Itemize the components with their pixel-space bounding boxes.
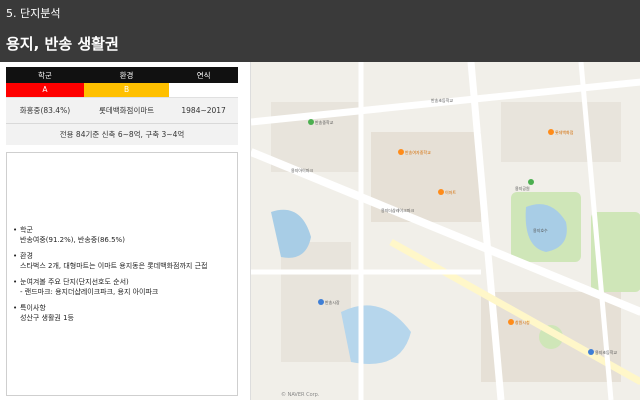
- poi-marker[interactable]: [438, 189, 444, 195]
- map-copyright: © NAVER Corp.: [281, 391, 320, 398]
- note-item-environment: 환경 스타벅스 2개, 대형마트는 이마트 용지동은 롯데백화점까지 근접: [13, 251, 207, 271]
- column-header-school: 학군: [6, 67, 84, 83]
- notes-box: 학군 반송여중(91.2%), 반송중(86.5%) 환경 스타벅스 2개, 대…: [6, 152, 238, 396]
- poi-marker[interactable]: [318, 299, 324, 305]
- map-label: 용지아이파크: [291, 167, 313, 173]
- note-item-landmark: 눈여겨볼 주요 단지(단지선호도 순서) - 랜드마크: 용지더샵레이크파크, …: [13, 277, 207, 297]
- map-label: 반송시장: [325, 299, 340, 305]
- table-header-row: 학군 환경 연식: [6, 67, 238, 83]
- page-header: 5. 단지분석 용지, 반송 생활권: [0, 0, 640, 62]
- note-landmark-title: 눈여겨볼 주요 단지(단지선호도 순서): [20, 278, 129, 286]
- table-note-row: 전용 84기준 신축 6~8억, 구축 3~4억: [6, 122, 238, 145]
- notes-list: 학군 반송여중(91.2%), 반송중(86.5%) 환경 스타벅스 2개, 대…: [13, 225, 207, 329]
- table-grade-row: A B: [6, 83, 238, 97]
- poi-marker[interactable]: [398, 149, 404, 155]
- note-item-special: 특이사항 성산구 생활권 1등: [13, 303, 207, 323]
- note-special-title: 특이사항: [20, 304, 46, 312]
- note-school-detail: 반송여중(91.2%), 반송중(86.5%): [20, 236, 125, 244]
- value-school: 화홍중(83.4%): [6, 96, 84, 123]
- map-canvas[interactable]: 반송중학교 반송여자중학교 용지공원 용지호수 이마트 롯데백화점 용지더샵레이…: [251, 62, 640, 400]
- column-header-age: 연식: [169, 67, 238, 83]
- map-label: 용지초등학교: [595, 349, 617, 355]
- note-env-title: 환경: [20, 252, 33, 260]
- poi-marker[interactable]: [528, 179, 534, 185]
- poi-marker[interactable]: [508, 319, 514, 325]
- column-header-environment: 환경: [83, 67, 170, 83]
- grade-environment: B: [83, 83, 170, 97]
- section-label: 5. 단지분석: [6, 7, 61, 20]
- grade-age: [169, 83, 238, 97]
- summary-table: 학군 환경 연식 A B 화홍중(83.4%) 롯데백화점이마트 1984~20…: [6, 67, 238, 145]
- map-label: 반송초등학교: [431, 97, 453, 103]
- value-environment: 롯데백화점이마트: [83, 96, 170, 123]
- area-map[interactable]: 반송중학교 반송여자중학교 용지공원 용지호수 이마트 롯데백화점 용지더샵레이…: [250, 62, 640, 400]
- map-block: [281, 242, 351, 362]
- poi-marker[interactable]: [588, 349, 594, 355]
- map-label: 용지공원: [515, 185, 530, 191]
- map-label: 롯데백화점: [555, 129, 574, 135]
- grade-school: A: [6, 83, 84, 97]
- map-label: 창원시청: [515, 319, 530, 325]
- map-label: 이마트: [445, 189, 456, 195]
- map-label: 용지더샵레이크파크: [381, 207, 414, 213]
- price-note: 전용 84기준 신축 6~8억, 구축 3~4억: [6, 122, 238, 145]
- map-label: 반송중학교: [315, 119, 334, 125]
- note-env-detail: 스타벅스 2개, 대형마트는 이마트 용지동은 롯데백화점까지 근접: [20, 262, 208, 270]
- note-school-title: 학군: [20, 226, 33, 234]
- poi-marker[interactable]: [548, 129, 554, 135]
- note-special-detail: 성산구 생활권 1등: [20, 314, 74, 322]
- map-label: 용지호수: [533, 227, 548, 233]
- note-item-school: 학군 반송여중(91.2%), 반송중(86.5%): [13, 225, 207, 245]
- value-age: 1984~2017: [169, 96, 238, 123]
- table-value-row: 화홍중(83.4%) 롯데백화점이마트 1984~2017: [6, 96, 238, 123]
- map-label: 반송여자중학교: [405, 149, 431, 155]
- note-landmark-detail: - 랜드마크: 용지더샵레이크파크, 용지 아이파크: [20, 288, 159, 296]
- page-title: 용지, 반송 생활권: [6, 35, 119, 53]
- poi-marker[interactable]: [308, 119, 314, 125]
